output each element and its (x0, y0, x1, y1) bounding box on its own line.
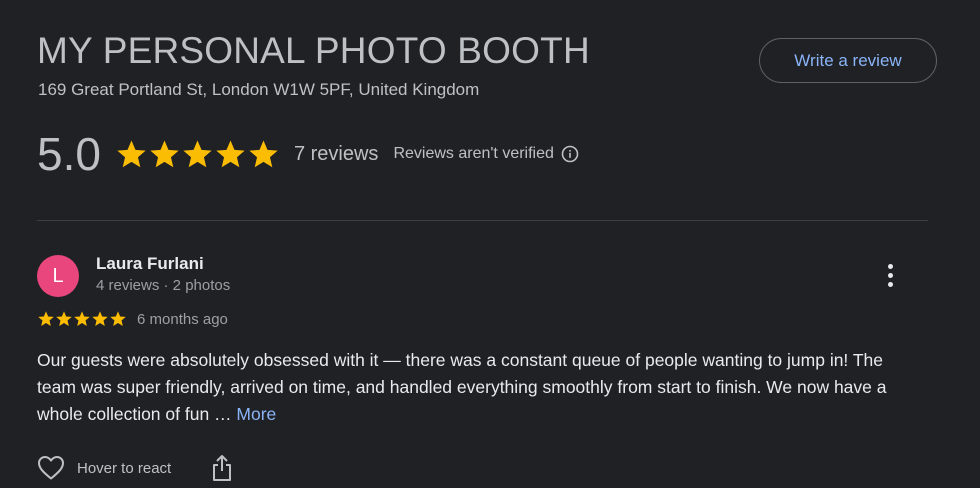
average-rating: 5.0 (37, 128, 101, 180)
heart-icon (37, 455, 65, 481)
average-rating-stars (115, 138, 280, 171)
review-rating-row: 6 months ago (37, 310, 228, 328)
star-icon (92, 311, 108, 326)
review-date: 6 months ago (137, 310, 228, 328)
star-icon (216, 139, 245, 167)
review-page: MY PERSONAL PHOTO BOOTH 169 Great Portla… (0, 0, 980, 488)
avatar[interactable]: L (37, 255, 79, 297)
reviewer-meta: 4 reviews · 2 photos (96, 277, 231, 294)
star-icon (110, 311, 126, 326)
star-icon (56, 311, 72, 326)
star-icon (117, 139, 146, 167)
react-label: Hover to react (77, 459, 172, 477)
more-link[interactable]: More (236, 404, 276, 424)
write-review-button[interactable]: Write a review (759, 38, 937, 83)
place-address: 169 Great Portland St, London W1W 5PF, U… (38, 80, 480, 99)
info-icon[interactable] (561, 145, 579, 163)
review-text: Our guests were absolutely obsessed with… (37, 347, 917, 428)
star-icon (38, 311, 54, 326)
review-stars (37, 310, 127, 328)
star-icon (74, 311, 90, 326)
star-icon (183, 139, 212, 167)
verification-note-text: Reviews aren't verified (393, 145, 554, 162)
place-title: MY PERSONAL PHOTO BOOTH (37, 30, 590, 71)
review-actions: Hover to react (37, 454, 233, 482)
more-vert-icon[interactable] (878, 260, 902, 290)
reviewer-name[interactable]: Laura Furlani (96, 254, 204, 274)
star-icon (150, 139, 179, 167)
review-count-link[interactable]: 7 reviews (294, 143, 378, 166)
rating-summary: 5.0 7 reviews Reviews aren't verified (37, 126, 579, 182)
review-body: Our guests were absolutely obsessed with… (37, 350, 887, 424)
react-button[interactable]: Hover to react (37, 455, 171, 481)
divider (37, 220, 928, 221)
verification-note: Reviews aren't verified (393, 145, 579, 163)
star-icon (249, 139, 278, 167)
share-icon[interactable] (211, 454, 233, 482)
